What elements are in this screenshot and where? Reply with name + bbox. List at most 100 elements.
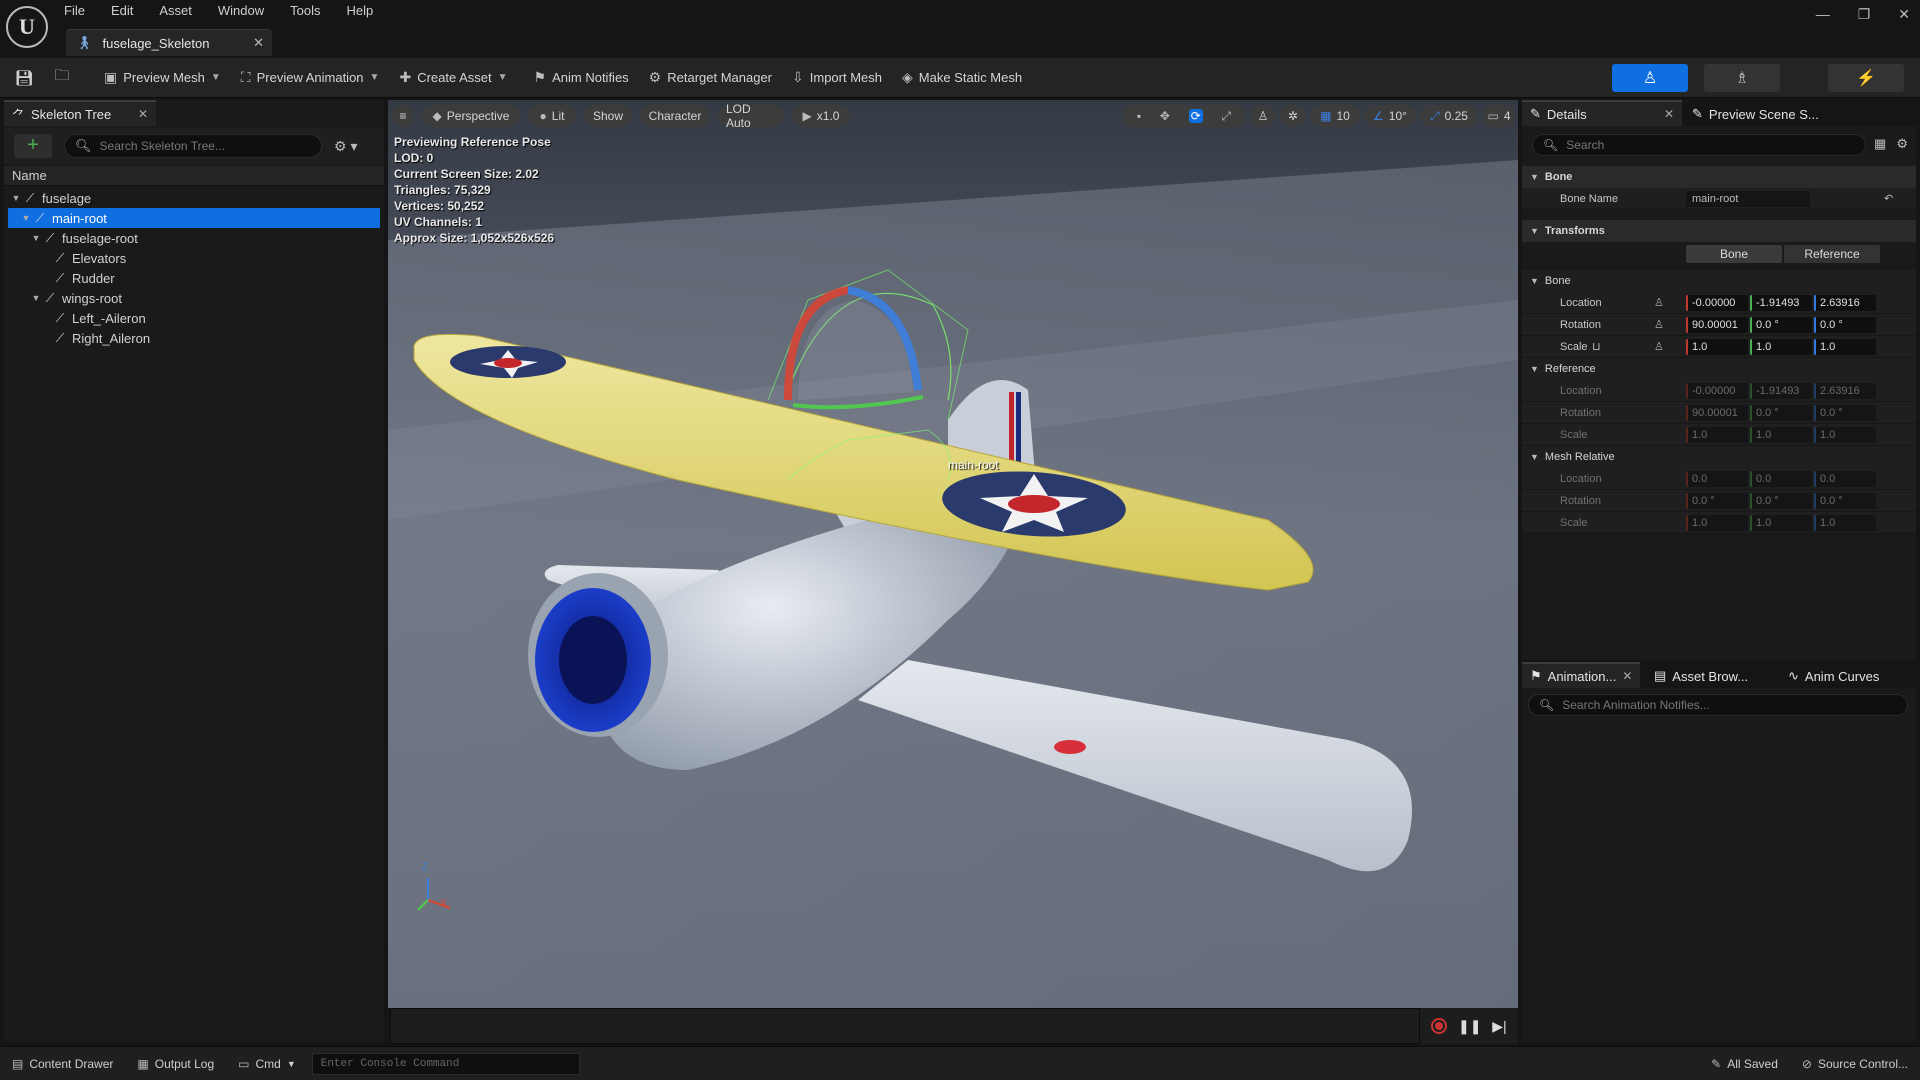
viewport-menu-button[interactable]: ≡ (392, 105, 414, 127)
translate-icon[interactable]: ✥ (1160, 109, 1170, 123)
reset-icon[interactable]: ↶ (1884, 192, 1893, 205)
console-input[interactable]: Enter Console Command (311, 1052, 580, 1075)
document-tab[interactable]: 🚶︎ fuselage_Skeleton ✕ (66, 29, 272, 56)
skeleton-mode-button[interactable]: ♙ (1612, 64, 1688, 92)
rotation-x-field[interactable]: 90.00001 (1686, 317, 1748, 333)
location-z-field[interactable]: 2.63916 (1814, 295, 1876, 311)
grid-snap-button[interactable]: ▦ 10 (1310, 105, 1360, 127)
rotate-icon[interactable]: ⟳ (1188, 109, 1203, 123)
tree-item-bone[interactable]: ⟋ Right_Aileron (4, 328, 384, 348)
subsection-bone[interactable]: ▼ Bone (1522, 270, 1916, 292)
toggle-bone-button[interactable]: Bone (1686, 245, 1782, 263)
subsection-reference[interactable]: ▼ Reference (1522, 358, 1916, 380)
tree-item-bone[interactable]: ▼ ⟋ fuselage (4, 188, 384, 208)
tree-settings-button[interactable]: ⚙ ▾ (334, 138, 357, 155)
mesh-mode-button[interactable]: ♗ (1704, 64, 1780, 92)
tree-item-bone[interactable]: ⟋ Left_-Aileron (4, 308, 384, 328)
retarget-manager-button[interactable]: ⚙ Retarget Manager (639, 64, 782, 92)
close-icon[interactable]: ✕ (1664, 107, 1674, 121)
step-forward-icon[interactable]: ▶| (1492, 1018, 1506, 1035)
unreal-logo-icon[interactable]: U (6, 6, 48, 48)
location-y-field[interactable]: -1.91493 (1750, 295, 1812, 311)
source-control-button[interactable]: ⊘ Source Control... (1790, 1047, 1920, 1080)
table-view-icon[interactable]: ▦ (1874, 136, 1886, 152)
menu-asset[interactable]: Asset (159, 3, 192, 18)
coord-space-button[interactable]: ♙ (1250, 105, 1276, 127)
record-icon[interactable] (1431, 1018, 1448, 1034)
toggle-reference-button[interactable]: Reference (1784, 245, 1880, 263)
scale-y-field[interactable]: 1.0 (1750, 339, 1812, 355)
create-asset-button[interactable]: ✚ Create Asset ▼ (389, 64, 517, 92)
close-icon[interactable]: ✕ (1622, 669, 1632, 683)
cmd-dropdown[interactable]: ▭ Cmd ▼ (226, 1047, 308, 1080)
lod-button[interactable]: LOD Auto (718, 102, 784, 130)
scale-snap-button[interactable]: ⤢ 0.25 (1420, 105, 1478, 127)
menu-help[interactable]: Help (346, 3, 373, 18)
skeleton-tree-tab[interactable]: ⺈ Skeleton Tree ✕ (4, 100, 156, 126)
expand-arrow-icon[interactable]: ▼ (30, 293, 42, 303)
restore-icon[interactable]: ❐ (1858, 6, 1871, 23)
perspective-button[interactable]: ◆ Perspective (422, 105, 520, 127)
camera-speed-button[interactable]: ▭ 4 (1482, 105, 1516, 127)
menu-tools[interactable]: Tools (290, 3, 320, 18)
pause-icon[interactable]: ❚❚ (1458, 1018, 1481, 1035)
close-icon[interactable]: ✕ (253, 35, 264, 51)
browse-icon[interactable]: 🗀︎ (48, 64, 76, 92)
all-saved-button[interactable]: ✎ All Saved (1699, 1047, 1790, 1080)
gear-icon[interactable]: ⚙ (1896, 136, 1908, 152)
preview-animation-button[interactable]: ⛶ Preview Animation ▼ (231, 64, 390, 92)
animation-notifies-tab[interactable]: ⚑ Animation... ✕ (1522, 662, 1640, 688)
expand-arrow-icon[interactable]: ▼ (20, 213, 32, 223)
make-static-mesh-button[interactable]: ◈ Make Static Mesh (892, 64, 1032, 92)
skeleton-search-input[interactable]: 🔍︎ Search Skeleton Tree... (64, 134, 322, 158)
tree-item-bone[interactable]: ▼ ⟋ main-root (8, 208, 380, 228)
section-bone[interactable]: ▼ Bone (1522, 166, 1916, 188)
name-column-header[interactable]: Name (4, 166, 384, 186)
space-toggle-icon[interactable]: ♙ (1654, 340, 1664, 353)
tree-item-bone[interactable]: ⟋ Rudder (4, 268, 384, 288)
scale-icon[interactable]: ⤢ (1222, 109, 1232, 124)
rotation-z-field[interactable]: 0.0 ° (1814, 317, 1876, 333)
preview-scene-tab[interactable]: ✎ Preview Scene S... (1684, 100, 1832, 126)
details-search-input[interactable]: 🔍︎ Search (1532, 134, 1866, 156)
anim-curves-tab[interactable]: ∿ Anim Curves (1780, 662, 1900, 688)
subsection-mesh-relative[interactable]: ▼ Mesh Relative (1522, 446, 1916, 468)
tree-item-bone[interactable]: ▼ ⟋ wings-root (4, 288, 384, 308)
show-button[interactable]: Show (584, 105, 632, 127)
expand-arrow-icon[interactable]: ▼ (30, 233, 42, 243)
menu-file[interactable]: File (64, 3, 85, 18)
import-mesh-button[interactable]: ⇩ Import Mesh (782, 64, 892, 92)
output-log-button[interactable]: ▦ Output Log (125, 1047, 226, 1080)
menu-window[interactable]: Window (218, 3, 264, 18)
rotation-snap-button[interactable]: ∠ 10° (1364, 105, 1416, 127)
scale-z-field[interactable]: 1.0 (1814, 339, 1876, 355)
expand-arrow-icon[interactable]: ▼ (10, 193, 22, 203)
minimize-icon[interactable]: — (1816, 6, 1830, 23)
space-toggle-icon[interactable]: ♙ (1654, 318, 1664, 331)
lit-button[interactable]: ● Lit (528, 105, 576, 127)
rotation-y-field[interactable]: 0.0 ° (1750, 317, 1812, 333)
space-toggle-icon[interactable]: ♙ (1654, 296, 1664, 309)
save-icon[interactable]: 💾︎ (10, 64, 38, 92)
preview-mesh-button[interactable]: ▣ Preview Mesh ▼ (94, 64, 231, 92)
anim-notifies-button[interactable]: ⚑ Anim Notifies (524, 64, 639, 92)
tree-item-bone[interactable]: ▼ ⟋ fuselage-root (4, 228, 384, 248)
character-button[interactable]: Character (640, 105, 710, 127)
menu-edit[interactable]: Edit (111, 3, 133, 18)
animation-notifies-search[interactable]: 🔍︎ Search Animation Notifies... (1528, 694, 1908, 716)
lock-icon[interactable]: ⊔ (1592, 340, 1601, 353)
scale-x-field[interactable]: 1.0 (1686, 339, 1748, 355)
add-bone-button[interactable]: + (14, 134, 52, 158)
close-icon[interactable]: ✕ (138, 107, 148, 121)
surface-snap-button[interactable]: ✲ (1280, 105, 1306, 127)
close-window-icon[interactable]: ✕ (1898, 6, 1910, 23)
timeline-scrubber[interactable] (390, 1008, 1420, 1044)
select-icon[interactable]: ▪ (1137, 109, 1141, 123)
animation-mode-button[interactable]: ⚡ (1828, 64, 1904, 92)
viewport[interactable]: ≡ ◆ Perspective ● Lit Show Character LOD… (388, 100, 1518, 1008)
content-drawer-button[interactable]: ▤ Content Drawer (0, 1047, 125, 1080)
location-x-field[interactable]: -0.00000 (1686, 295, 1748, 311)
asset-browser-tab[interactable]: ▤ Asset Brow... (1646, 662, 1752, 688)
tree-item-bone[interactable]: ⟋ Elevators (4, 248, 384, 268)
section-transforms[interactable]: ▼ Transforms (1522, 220, 1916, 242)
